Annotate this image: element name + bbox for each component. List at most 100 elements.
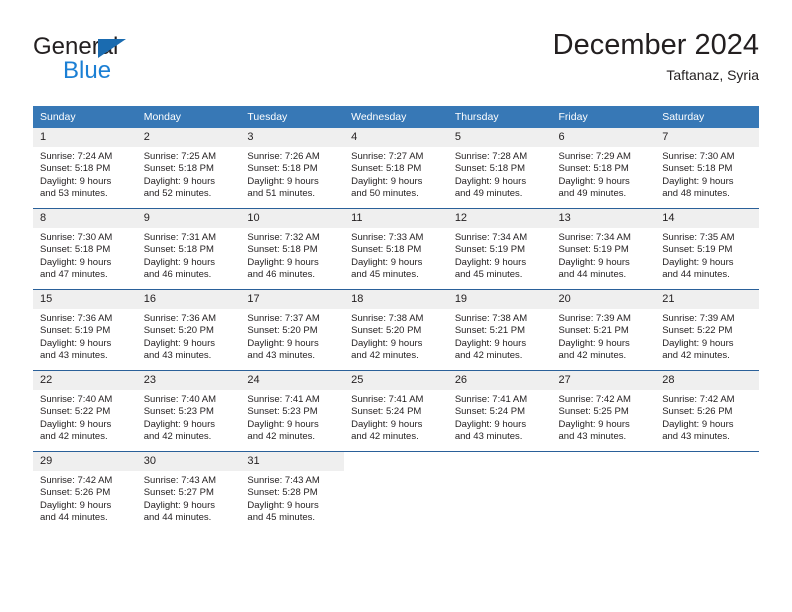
sunset-text: Sunset: 5:27 PM bbox=[143, 487, 214, 499]
day-number bbox=[344, 452, 448, 471]
daylight-text-line1: Daylight: 9 hours bbox=[454, 418, 527, 430]
calendar-cell: 29 Sunrise: 7:42 AM Sunset: 5:26 PM Dayligh… bbox=[33, 451, 137, 532]
calendar-grid: Sunday Monday Tuesday Wednesday Thursday… bbox=[33, 106, 759, 532]
sunset-text: Sunset: 5:18 PM bbox=[558, 163, 629, 175]
day-cell[interactable]: 17 Sunrise: 7:37 AM Sunset: 5:20 PM Dayligh… bbox=[240, 290, 345, 370]
calendar-body: 1 Sunrise: 7:24 AM Sunset: 5:18 PM Daylight… bbox=[33, 128, 759, 532]
sunrise-text: Sunrise: 7:30 AM bbox=[662, 151, 735, 162]
day-cell[interactable]: 25 Sunrise: 7:41 AM Sunset: 5:24 PM Dayligh… bbox=[344, 371, 448, 451]
day-cell[interactable]: 15 Sunrise: 7:36 AM Sunset: 5:19 PM Dayligh… bbox=[33, 290, 137, 370]
sunset-text: Sunset: 5:26 PM bbox=[662, 406, 733, 418]
weekday-header-friday: Friday bbox=[551, 106, 656, 128]
day-cell[interactable]: 19 Sunrise: 7:38 AM Sunset: 5:21 PM Dayligh… bbox=[447, 290, 552, 370]
day-details: Sunrise: 7:27 AM Sunset: 5:18 PM Daylight:… bbox=[344, 147, 448, 201]
day-cell-empty bbox=[344, 452, 448, 532]
daylight-text-line2: and 43 minutes. bbox=[558, 431, 627, 443]
day-cell[interactable]: 9 Sunrise: 7:31 AM Sunset: 5:18 PM Daylight… bbox=[136, 209, 241, 289]
sunrise-text: Sunrise: 7:42 AM bbox=[662, 394, 735, 405]
day-cell[interactable]: 1 Sunrise: 7:24 AM Sunset: 5:18 PM Daylight… bbox=[33, 128, 137, 208]
daylight-text-line2: and 48 minutes. bbox=[662, 188, 730, 200]
day-number: 22 bbox=[33, 371, 137, 390]
calendar-cell: 8 Sunrise: 7:30 AM Sunset: 5:18 PM Daylight… bbox=[33, 208, 137, 290]
sunrise-text: Sunrise: 7:41 AM bbox=[351, 394, 424, 405]
day-cell[interactable]: 14 Sunrise: 7:35 AM Sunset: 5:19 PM Dayligh… bbox=[655, 209, 759, 289]
calendar-week-row: 1 Sunrise: 7:24 AM Sunset: 5:18 PM Daylight… bbox=[33, 128, 759, 209]
day-cell[interactable]: 29 Sunrise: 7:42 AM Sunset: 5:26 PM Dayligh… bbox=[33, 452, 137, 532]
day-cell[interactable]: 13 Sunrise: 7:34 AM Sunset: 5:19 PM Dayligh… bbox=[551, 209, 656, 289]
daylight-text-line2: and 42 minutes. bbox=[351, 431, 419, 443]
day-number: 17 bbox=[240, 290, 345, 309]
daylight-text-line2: and 43 minutes. bbox=[662, 431, 730, 443]
day-number: 30 bbox=[136, 452, 241, 471]
calendar-cell: 20 Sunrise: 7:39 AM Sunset: 5:21 PM Dayligh… bbox=[551, 289, 656, 371]
sunset-text: Sunset: 5:18 PM bbox=[247, 163, 318, 175]
day-cell[interactable]: 22 Sunrise: 7:40 AM Sunset: 5:22 PM Dayligh… bbox=[33, 371, 137, 451]
day-number: 10 bbox=[240, 209, 345, 228]
daylight-text-line2: and 51 minutes. bbox=[247, 188, 316, 200]
day-cell[interactable]: 10 Sunrise: 7:32 AM Sunset: 5:18 PM Dayligh… bbox=[240, 209, 345, 289]
day-details: Sunrise: 7:37 AM Sunset: 5:20 PM Daylight:… bbox=[240, 309, 344, 363]
day-number: 12 bbox=[447, 209, 552, 228]
daylight-text-line2: and 43 minutes. bbox=[247, 350, 316, 362]
daylight-text-line1: Daylight: 9 hours bbox=[454, 256, 527, 268]
day-number: 11 bbox=[344, 209, 448, 228]
day-details: Sunrise: 7:41 AM Sunset: 5:24 PM Daylight:… bbox=[344, 390, 448, 444]
day-details: Sunrise: 7:30 AM Sunset: 5:18 PM Daylight:… bbox=[33, 228, 137, 282]
day-cell[interactable]: 6 Sunrise: 7:29 AM Sunset: 5:18 PM Daylight… bbox=[551, 128, 656, 208]
day-details: Sunrise: 7:38 AM Sunset: 5:20 PM Daylight:… bbox=[344, 309, 448, 363]
daylight-text-line1: Daylight: 9 hours bbox=[247, 337, 319, 349]
daylight-text-line1: Daylight: 9 hours bbox=[143, 418, 215, 430]
daylight-text-line2: and 49 minutes. bbox=[454, 188, 523, 200]
daylight-text-line1: Daylight: 9 hours bbox=[143, 499, 215, 511]
day-cell[interactable]: 27 Sunrise: 7:42 AM Sunset: 5:25 PM Dayligh… bbox=[551, 371, 656, 451]
day-cell[interactable]: 24 Sunrise: 7:41 AM Sunset: 5:23 PM Dayligh… bbox=[240, 371, 345, 451]
sunrise-text: Sunrise: 7:41 AM bbox=[454, 394, 528, 405]
day-cell[interactable]: 4 Sunrise: 7:27 AM Sunset: 5:18 PM Daylight… bbox=[344, 128, 448, 208]
calendar-cell: 11 Sunrise: 7:33 AM Sunset: 5:18 PM Dayligh… bbox=[344, 208, 448, 290]
sunset-text: Sunset: 5:18 PM bbox=[662, 163, 733, 175]
day-details: Sunrise: 7:28 AM Sunset: 5:18 PM Daylight:… bbox=[448, 147, 552, 201]
day-cell[interactable]: 7 Sunrise: 7:30 AM Sunset: 5:18 PM Daylight… bbox=[655, 128, 759, 208]
day-number: 23 bbox=[136, 371, 241, 390]
sunset-text: Sunset: 5:25 PM bbox=[558, 406, 629, 418]
day-details: Sunrise: 7:32 AM Sunset: 5:18 PM Daylight:… bbox=[240, 228, 344, 282]
day-cell[interactable]: 20 Sunrise: 7:39 AM Sunset: 5:21 PM Dayligh… bbox=[551, 290, 656, 370]
day-cell[interactable]: 18 Sunrise: 7:38 AM Sunset: 5:20 PM Dayligh… bbox=[344, 290, 448, 370]
sunset-text: Sunset: 5:20 PM bbox=[247, 325, 318, 337]
day-number: 27 bbox=[551, 371, 656, 390]
calendar-cell bbox=[344, 451, 448, 532]
day-cell[interactable]: 8 Sunrise: 7:30 AM Sunset: 5:18 PM Daylight… bbox=[33, 209, 137, 289]
day-cell[interactable]: 31 Sunrise: 7:43 AM Sunset: 5:28 PM Dayligh… bbox=[240, 452, 345, 532]
daylight-text-line1: Daylight: 9 hours bbox=[247, 175, 319, 187]
day-details: Sunrise: 7:41 AM Sunset: 5:23 PM Daylight:… bbox=[240, 390, 344, 444]
day-cell[interactable]: 12 Sunrise: 7:34 AM Sunset: 5:19 PM Dayligh… bbox=[447, 209, 552, 289]
day-cell[interactable]: 2 Sunrise: 7:25 AM Sunset: 5:18 PM Daylight… bbox=[136, 128, 241, 208]
sunrise-text: Sunrise: 7:43 AM bbox=[247, 475, 320, 486]
sunrise-text: Sunrise: 7:26 AM bbox=[247, 151, 320, 162]
day-cell[interactable]: 26 Sunrise: 7:41 AM Sunset: 5:24 PM Dayligh… bbox=[447, 371, 552, 451]
day-number: 13 bbox=[551, 209, 656, 228]
daylight-text-line2: and 47 minutes. bbox=[40, 269, 108, 281]
day-cell[interactable]: 3 Sunrise: 7:26 AM Sunset: 5:18 PM Daylight… bbox=[240, 128, 345, 208]
day-number: 31 bbox=[240, 452, 345, 471]
day-details: Sunrise: 7:40 AM Sunset: 5:23 PM Daylight:… bbox=[137, 390, 241, 444]
generalblue-logo[interactable]: General Blue bbox=[33, 34, 233, 86]
day-cell[interactable]: 28 Sunrise: 7:42 AM Sunset: 5:26 PM Dayligh… bbox=[655, 371, 759, 451]
day-cell[interactable]: 11 Sunrise: 7:33 AM Sunset: 5:18 PM Dayligh… bbox=[344, 209, 448, 289]
daylight-text-line1: Daylight: 9 hours bbox=[40, 256, 112, 268]
calendar-cell: 30 Sunrise: 7:43 AM Sunset: 5:27 PM Dayligh… bbox=[136, 451, 241, 532]
sunset-text: Sunset: 5:24 PM bbox=[351, 406, 422, 418]
calendar-cell bbox=[551, 451, 656, 532]
daylight-text-line2: and 42 minutes. bbox=[143, 431, 212, 443]
daylight-text-line2: and 43 minutes. bbox=[40, 350, 108, 362]
day-cell[interactable]: 21 Sunrise: 7:39 AM Sunset: 5:22 PM Dayligh… bbox=[655, 290, 759, 370]
page-title: December 2024 bbox=[552, 29, 759, 61]
day-cell[interactable]: 16 Sunrise: 7:36 AM Sunset: 5:20 PM Dayligh… bbox=[136, 290, 241, 370]
day-cell[interactable]: 30 Sunrise: 7:43 AM Sunset: 5:27 PM Dayligh… bbox=[136, 452, 241, 532]
day-cell[interactable]: 5 Sunrise: 7:28 AM Sunset: 5:18 PM Daylight… bbox=[447, 128, 552, 208]
sunset-text: Sunset: 5:19 PM bbox=[662, 244, 733, 256]
calendar-cell: 21 Sunrise: 7:39 AM Sunset: 5:22 PM Dayligh… bbox=[655, 289, 759, 371]
day-cell[interactable]: 23 Sunrise: 7:40 AM Sunset: 5:23 PM Dayligh… bbox=[136, 371, 241, 451]
day-details: Sunrise: 7:24 AM Sunset: 5:18 PM Daylight:… bbox=[33, 147, 137, 201]
sunset-text: Sunset: 5:22 PM bbox=[40, 406, 111, 418]
